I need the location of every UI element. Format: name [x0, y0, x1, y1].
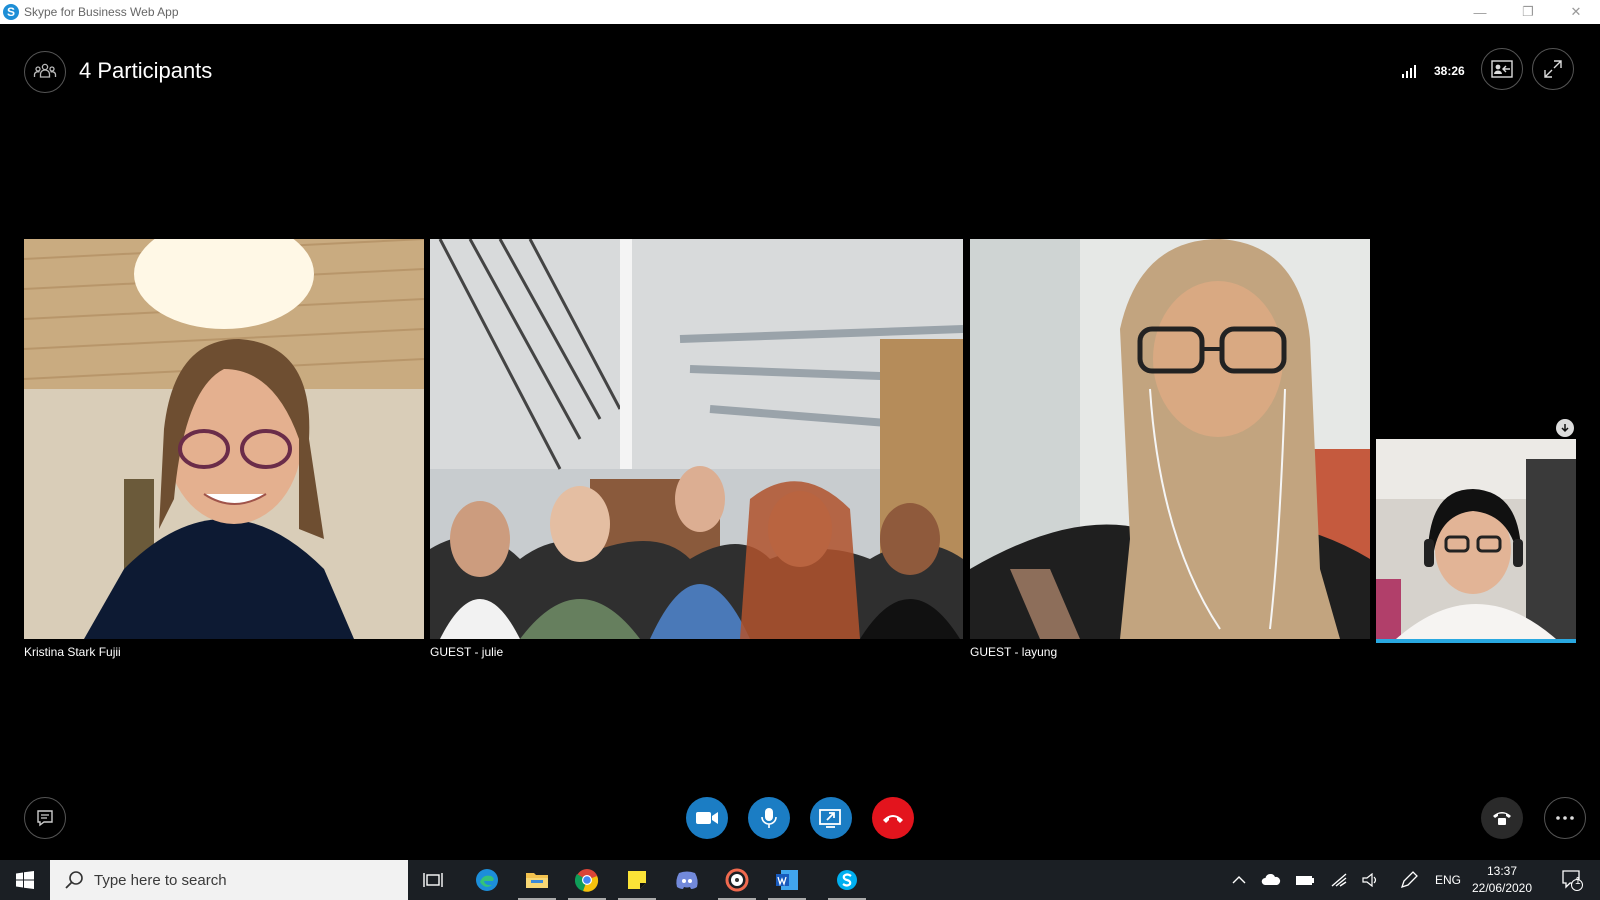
taskbar-clock[interactable]: 13:37 22/06/2020 [1464, 863, 1540, 897]
start-button[interactable] [0, 860, 50, 900]
expand-icon [1544, 60, 1562, 78]
task-view-icon [423, 873, 443, 887]
folder-icon [526, 873, 548, 888]
media-disc-icon [725, 868, 749, 892]
participant-video [430, 239, 963, 639]
microphone-icon [761, 808, 777, 828]
notification-count: 1 [1575, 876, 1581, 887]
signal-strength-icon [1402, 63, 1418, 78]
action-center-button[interactable]: 1 [1552, 860, 1592, 900]
taskbar-edge[interactable] [462, 860, 512, 900]
video-camera-icon [696, 812, 718, 824]
windows-taskbar: ENG 13:37 22/06/2020 1 [0, 860, 1600, 900]
task-view-button[interactable] [408, 860, 458, 900]
participant-name: GUEST - layung [970, 645, 1058, 659]
participant-video [970, 239, 1370, 639]
arrow-down-icon [1561, 424, 1569, 433]
more-options-button[interactable] [1544, 797, 1586, 839]
hang-up-button[interactable] [872, 797, 914, 839]
restore-button[interactable]: ❐ [1504, 0, 1552, 24]
volume-tray[interactable] [1358, 860, 1384, 900]
battery-icon [1296, 876, 1314, 885]
taskbar-chrome[interactable] [562, 860, 612, 900]
self-view-video[interactable] [1376, 439, 1576, 643]
speaker-icon [1362, 873, 1377, 887]
call-controls-button[interactable] [1481, 797, 1523, 839]
collapse-self-view-button[interactable] [1556, 419, 1574, 437]
window-controls: — ❐ ✕ [1456, 0, 1600, 24]
windows-logo-icon [16, 871, 34, 889]
language-indicator[interactable]: ENG [1432, 860, 1464, 900]
chat-button[interactable] [24, 797, 66, 839]
contact-card-icon [1491, 60, 1513, 78]
minimize-button[interactable]: — [1456, 0, 1504, 24]
search-input[interactable] [94, 871, 374, 889]
onedrive-tray[interactable] [1258, 860, 1284, 900]
chrome-icon [575, 869, 599, 892]
search-icon [65, 871, 83, 889]
participant-name: GUEST - julie [430, 645, 504, 659]
word-icon [776, 870, 798, 890]
hang-up-icon [883, 815, 903, 823]
layout-button[interactable] [1481, 48, 1523, 90]
participant-video [24, 239, 424, 639]
video-tile-julie[interactable] [430, 239, 963, 639]
edge-browser-icon [476, 869, 498, 891]
participant-name: Kristina Stark Fujii [24, 645, 121, 659]
people-icon [33, 63, 57, 78]
call-timer: 38:26 [1434, 64, 1465, 78]
phone-icon [1493, 812, 1511, 825]
taskbar-sticky-notes[interactable] [612, 860, 662, 900]
close-button[interactable]: ✕ [1552, 0, 1600, 24]
skype-logo-icon: S [3, 4, 19, 20]
ellipsis-icon [1556, 816, 1574, 820]
sticky-note-icon [628, 871, 646, 889]
mute-button[interactable] [748, 797, 790, 839]
pen-icon [1400, 871, 1418, 889]
participant-video [1376, 439, 1576, 639]
pen-tray[interactable] [1396, 860, 1422, 900]
taskbar-word[interactable] [762, 860, 812, 900]
taskbar-file-explorer[interactable] [512, 860, 562, 900]
window-title: Skype for Business Web App [24, 5, 179, 19]
fullscreen-button[interactable] [1532, 48, 1574, 90]
clock-time: 13:37 [1486, 864, 1518, 878]
video-tile-kristina[interactable] [24, 239, 424, 639]
taskbar-media-player[interactable] [712, 860, 762, 900]
discord-icon [676, 871, 698, 889]
present-screen-icon [819, 809, 841, 828]
video-tile-layung[interactable] [970, 239, 1370, 639]
taskbar-discord[interactable] [662, 860, 712, 900]
clock-date: 22/06/2020 [1471, 881, 1533, 895]
video-toggle-button[interactable] [686, 797, 728, 839]
network-tray[interactable] [1326, 860, 1352, 900]
chat-icon [37, 810, 53, 827]
participants-count: 4 Participants [79, 58, 213, 83]
show-hidden-icons-button[interactable] [1226, 860, 1252, 900]
wifi-icon [1331, 873, 1347, 887]
skype-icon [837, 870, 857, 890]
participants-button[interactable] [24, 51, 66, 93]
share-screen-button[interactable] [810, 797, 852, 839]
cloud-icon [1261, 874, 1281, 885]
taskbar-skype[interactable] [822, 860, 872, 900]
chevron-up-icon [1232, 876, 1246, 884]
taskbar-search[interactable] [50, 860, 408, 900]
title-bar: S Skype for Business Web App — ❐ ✕ [0, 0, 1600, 24]
battery-tray[interactable] [1292, 860, 1318, 900]
